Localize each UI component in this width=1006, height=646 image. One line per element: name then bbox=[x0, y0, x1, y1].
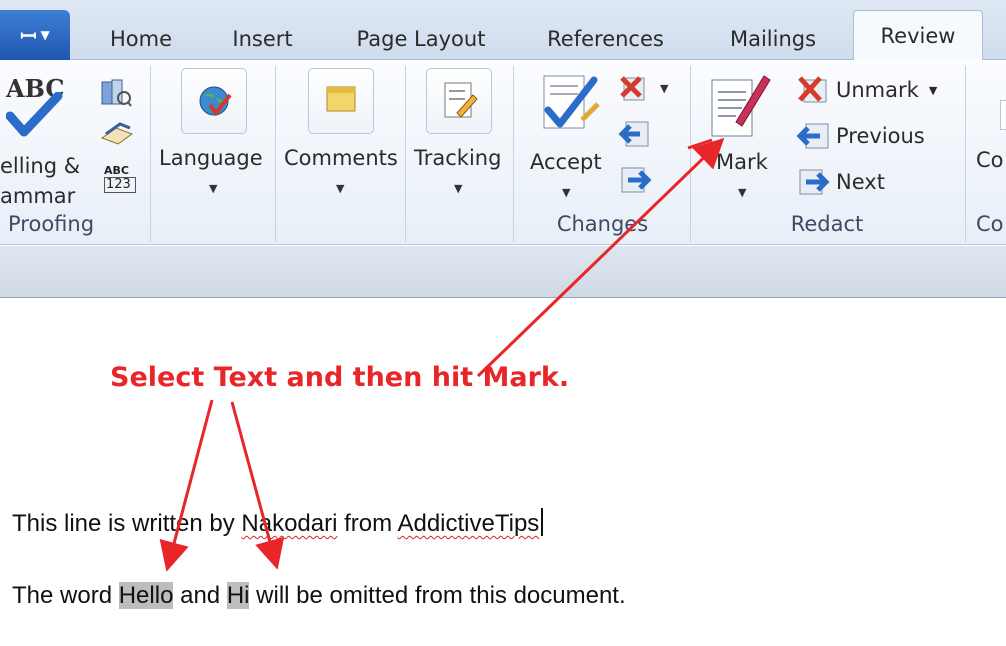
arrow-to-mark-button bbox=[476, 137, 725, 378]
arrow-to-hello bbox=[159, 399, 214, 572]
arrow-to-hi bbox=[230, 401, 285, 570]
annotation-arrows bbox=[159, 137, 725, 572]
arrow-head-mark bbox=[687, 138, 713, 150]
